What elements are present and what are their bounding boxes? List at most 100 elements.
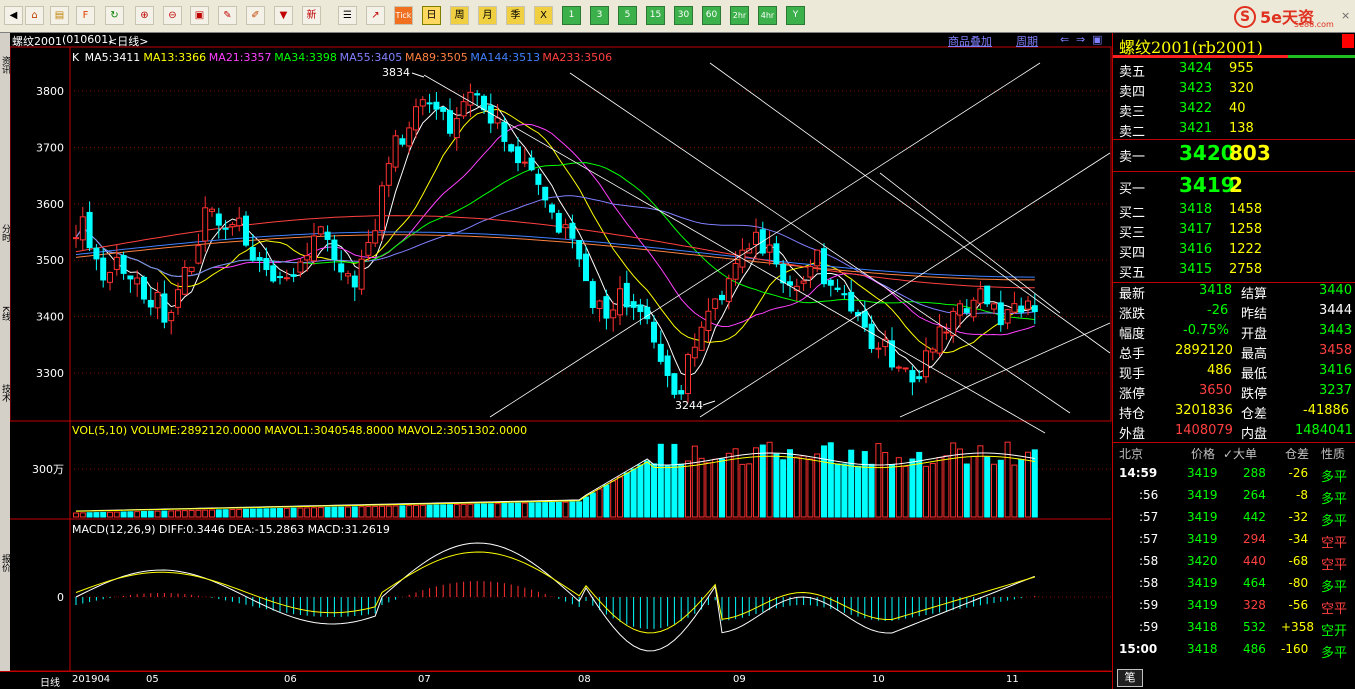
draw-tool-icon[interactable]: ✐ — [246, 6, 265, 25]
volume-bar — [705, 462, 712, 518]
tick-icon[interactable]: Tick — [394, 6, 413, 25]
ask-volume: 955 — [1229, 61, 1254, 76]
stat-value: 3416 — [1319, 363, 1353, 378]
ask-price: 3422 — [1179, 101, 1213, 116]
candle-body — [413, 106, 419, 131]
period-year-button[interactable]: Y — [786, 6, 805, 25]
x-label-1: 05 — [146, 674, 159, 685]
candle-body — [202, 207, 209, 242]
tick-type: 多平 — [1321, 514, 1348, 529]
tick-time: 14:59 — [1119, 466, 1158, 480]
scroll-right-icon[interactable]: ⇒ — [1076, 33, 1085, 46]
chart-area[interactable]: 3800 3700 3600 3500 3400 3300 300万 0 K MA5:3411 MA… — [10, 33, 1112, 673]
volume-bar — [861, 451, 868, 518]
stat-value: -41886 — [1303, 403, 1350, 418]
candle-body — [569, 222, 576, 239]
overlay-button[interactable]: 商品叠加 — [948, 33, 992, 49]
home-icon[interactable]: ⌂ — [25, 6, 44, 25]
candle-body — [209, 208, 215, 212]
tick-price: 3418 — [1187, 642, 1218, 656]
period-tab[interactable]: 日线 — [40, 674, 60, 689]
stat-value: -26 — [1207, 303, 1229, 318]
tick-type: 多平 — [1321, 646, 1348, 661]
period-1m-button[interactable]: 1 — [562, 6, 581, 25]
volume-bar — [780, 459, 787, 518]
volume-bar — [936, 457, 943, 518]
chart-line-icon[interactable]: ↗ — [366, 6, 385, 25]
candle-body — [671, 373, 678, 395]
left-tab-intraday[interactable]: 分时 — [0, 203, 10, 263]
volume-bar — [691, 445, 698, 518]
tick-type: 空开 — [1321, 624, 1348, 639]
volume-bar — [419, 504, 426, 518]
draw-pen-icon[interactable]: ✎ — [218, 6, 237, 25]
trend-line — [879, 172, 1061, 314]
candle-body — [991, 303, 997, 310]
scroll-left-icon[interactable]: ⇐ — [1060, 33, 1069, 46]
stat-value: 486 — [1207, 363, 1232, 378]
period-day-button[interactable]: 日 — [422, 6, 441, 25]
restore-icon[interactable]: ▣ — [1092, 33, 1102, 46]
volume-bar — [297, 507, 304, 518]
toolbar: ◀ ⌂ ▤ F ↻ ⊕ ⊖ ▣ ✎ ✐ ▼ 新 ☰ ↗ Tick 日 周 月 季… — [0, 0, 1355, 33]
window-icon[interactable]: ▣ — [190, 6, 209, 25]
period-30m-button[interactable]: 30 — [674, 6, 693, 25]
candle-body — [719, 294, 725, 301]
period-week-button[interactable]: 周 — [450, 6, 469, 25]
filter-icon[interactable]: ▼ — [274, 6, 293, 25]
volume-bar — [630, 468, 637, 518]
left-tab-quote[interactable]: 报价 — [0, 533, 10, 593]
price-axis-label: 3700 — [36, 141, 64, 154]
period-quarter-button[interactable]: 季 — [506, 6, 525, 25]
refresh-icon[interactable]: ↻ — [105, 6, 124, 25]
period-4hr-button[interactable]: 4hr — [758, 6, 777, 25]
close-icon[interactable]: × — [1341, 10, 1353, 22]
candle-body — [868, 323, 875, 350]
kline-chart[interactable]: 380037003600350034003300300万0K MA5:3411 MA… — [10, 33, 1112, 673]
table-icon[interactable]: ☰ — [338, 6, 357, 25]
tick-time: :57 — [1139, 532, 1159, 546]
volume-bar — [515, 502, 521, 518]
volume-axis-label: 300万 — [32, 463, 64, 476]
f10-icon[interactable]: F — [76, 6, 95, 25]
zoom-in-icon[interactable]: ⊕ — [135, 6, 154, 25]
candle-body — [107, 272, 113, 283]
tick-time: :59 — [1139, 620, 1159, 634]
tick-tab[interactable]: 笔 — [1117, 669, 1143, 687]
stat-label: 结算 — [1241, 287, 1268, 302]
period-month-button[interactable]: 月 — [478, 6, 497, 25]
period-60m-button[interactable]: 60 — [702, 6, 721, 25]
new-button[interactable]: 新 — [302, 6, 321, 25]
candle-body — [848, 291, 855, 312]
period-5m-button[interactable]: 5 — [618, 6, 637, 25]
period-x-button[interactable]: X — [534, 6, 553, 25]
back-icon[interactable]: ◀ — [4, 6, 23, 25]
ask-volume: 138 — [1229, 121, 1254, 136]
period-15m-button[interactable]: 15 — [646, 6, 665, 25]
volume-bar — [311, 507, 317, 518]
volume-bar — [147, 510, 154, 518]
candle-body — [447, 110, 453, 134]
tick-time: :57 — [1139, 510, 1159, 524]
tick-volume: 328 — [1243, 598, 1266, 612]
tick-type: 多平 — [1321, 580, 1348, 595]
period-3m-button[interactable]: 3 — [590, 6, 609, 25]
left-tab-news[interactable]: 资讯 — [0, 35, 10, 95]
volume-bar — [379, 505, 385, 518]
period-button[interactable]: 周期 — [1016, 33, 1038, 49]
left-tab-kline[interactable]: K线 — [0, 283, 10, 343]
period-2hr-button[interactable]: 2hr — [730, 6, 749, 25]
left-tab-tech[interactable]: 技术 — [0, 363, 10, 423]
quote-title-bar: 螺纹2001(rb2001) — [1113, 33, 1355, 57]
candle-body — [460, 101, 467, 117]
volume-bar — [338, 506, 345, 518]
brand-logo: S 5e天资 5e88.com — [1234, 4, 1339, 30]
candle-body — [685, 354, 691, 395]
book-icon[interactable]: ▤ — [50, 6, 69, 25]
volume-bar — [855, 465, 861, 518]
zoom-out-icon[interactable]: ⊖ — [163, 6, 182, 25]
stat-value: 3440 — [1319, 283, 1353, 298]
high-marker-pointer — [411, 72, 425, 78]
tick-diff: -56 — [1288, 598, 1309, 612]
volume-bar — [841, 463, 848, 518]
